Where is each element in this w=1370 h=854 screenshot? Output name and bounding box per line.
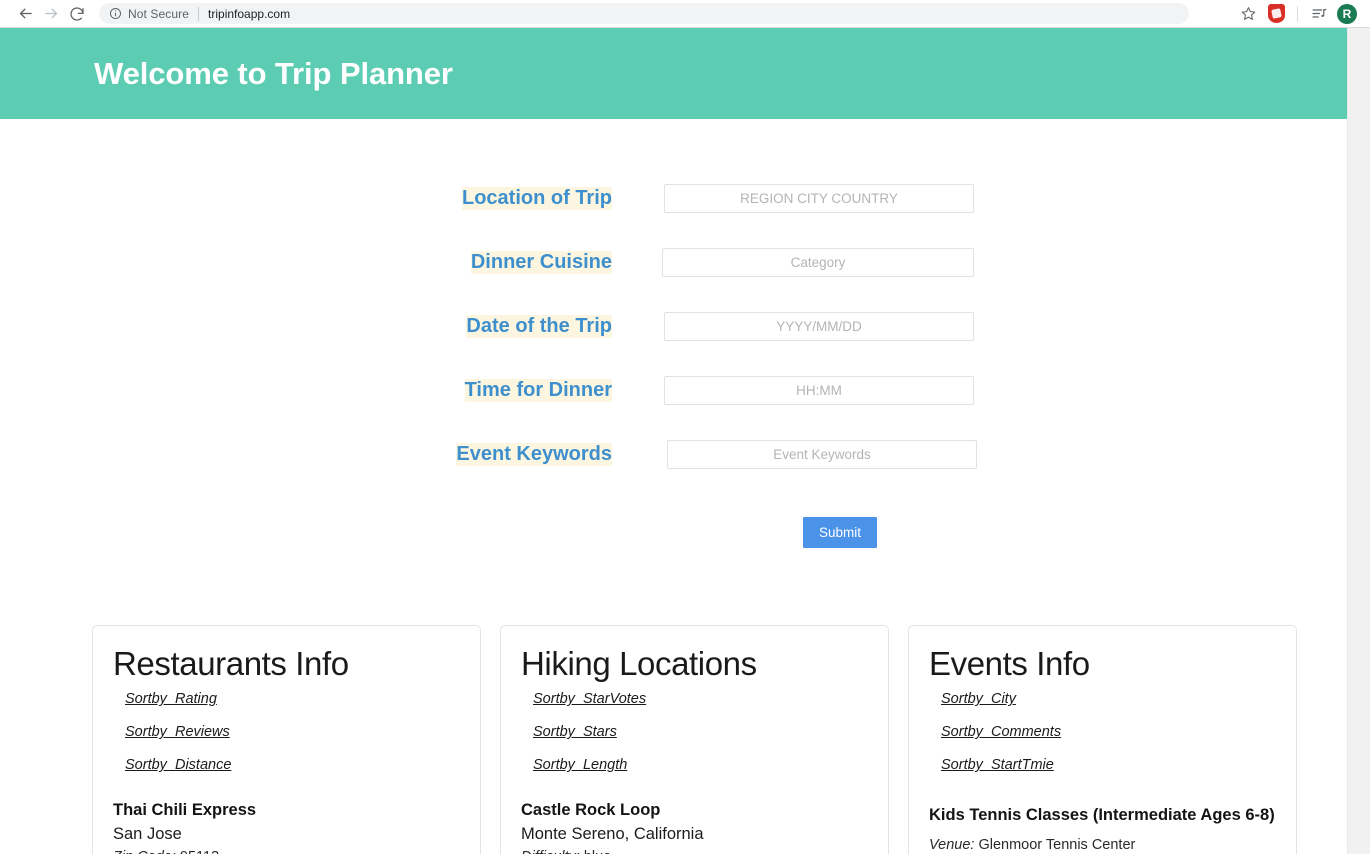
submit-button[interactable]: Submit bbox=[803, 517, 877, 548]
browser-actions: R bbox=[1235, 1, 1370, 27]
item-name: Thai Chili Express bbox=[113, 799, 460, 821]
sort-link-city[interactable]: Sortby_City bbox=[941, 691, 1016, 707]
input-cell bbox=[664, 184, 974, 213]
back-button[interactable] bbox=[12, 1, 38, 27]
card-hiking-locations: Hiking Locations Sortby_StarVotes Sortby… bbox=[500, 625, 889, 854]
card-restaurants-info: Restaurants Info Sortby_Rating Sortby_Re… bbox=[92, 625, 481, 854]
card-events-info: Events Info Sortby_City Sortby_Comments … bbox=[908, 625, 1297, 854]
item-city: Monte Sereno, California bbox=[521, 823, 868, 846]
sort-link-starvotes[interactable]: Sortby_StarVotes bbox=[533, 691, 646, 707]
input-cell bbox=[664, 248, 974, 277]
item-name: Kids Tennis Classes (Intermediate Ages 6… bbox=[929, 799, 1276, 833]
form-row-location: Location of Trip bbox=[0, 166, 1347, 230]
browser-toolbar: Not Secure tripinfoapp.com R bbox=[0, 0, 1370, 28]
sort-links: Sortby_StarVotes Sortby_Stars Sortby_Len… bbox=[533, 691, 868, 773]
card-title: Events Info bbox=[929, 644, 1276, 684]
reading-list-icon[interactable] bbox=[1306, 1, 1332, 27]
detail-key: Venue: bbox=[929, 837, 974, 853]
star-icon[interactable] bbox=[1235, 1, 1261, 27]
page-title: Welcome to Trip Planner bbox=[94, 56, 453, 92]
label-cell: Event Keywords bbox=[0, 443, 664, 466]
form-row-keywords: Event Keywords bbox=[0, 422, 1347, 486]
page-viewport: Welcome to Trip Planner Location of Trip… bbox=[0, 28, 1347, 854]
item-detail: Venue: Glenmoor Tennis Center bbox=[929, 834, 1276, 854]
detail-value: 95113 bbox=[180, 849, 219, 854]
label-cell: Dinner Cuisine bbox=[0, 251, 664, 274]
trip-form: Location of Trip Dinner Cuisine Date of … bbox=[0, 119, 1347, 548]
form-row-cuisine: Dinner Cuisine bbox=[0, 230, 1347, 294]
input-cell bbox=[664, 440, 977, 469]
item-detail: Zip Code: 95113 bbox=[113, 846, 460, 854]
keywords-input[interactable] bbox=[667, 440, 977, 469]
label-time-for-dinner: Time for Dinner bbox=[465, 379, 612, 402]
address-bar[interactable]: Not Secure tripinfoapp.com bbox=[99, 3, 1189, 24]
detail-key: Zip Code: bbox=[113, 849, 176, 854]
page-header-banner: Welcome to Trip Planner bbox=[0, 28, 1347, 119]
label-event-keywords: Event Keywords bbox=[456, 443, 612, 466]
reload-button[interactable] bbox=[64, 1, 90, 27]
profile-avatar-button[interactable]: R bbox=[1334, 1, 1360, 27]
location-input[interactable] bbox=[664, 184, 974, 213]
input-cell bbox=[664, 312, 974, 341]
label-cell: Time for Dinner bbox=[0, 379, 664, 402]
submit-row: Submit bbox=[0, 517, 1347, 548]
card-title: Hiking Locations bbox=[521, 644, 868, 684]
label-cell: Date of the Trip bbox=[0, 315, 664, 338]
form-row-date: Date of the Trip bbox=[0, 294, 1347, 358]
detail-value: blue bbox=[584, 849, 611, 854]
avatar: R bbox=[1337, 4, 1357, 24]
url-text: tripinfoapp.com bbox=[208, 7, 290, 21]
label-location-of-trip: Location of Trip bbox=[462, 187, 612, 210]
detail-value: Glenmoor Tennis Center bbox=[978, 837, 1135, 853]
sort-link-reviews[interactable]: Sortby_Reviews bbox=[125, 724, 230, 740]
sort-link-distance[interactable]: Sortby_Distance bbox=[125, 757, 231, 773]
form-row-time: Time for Dinner bbox=[0, 358, 1347, 422]
cuisine-input[interactable] bbox=[662, 248, 974, 277]
page-scrollbar[interactable] bbox=[1347, 28, 1370, 854]
list-item: Thai Chili Express San Jose Zip Code: 95… bbox=[113, 799, 460, 854]
sort-link-comments[interactable]: Sortby_Comments bbox=[941, 724, 1061, 740]
forward-button[interactable] bbox=[38, 1, 64, 27]
item-detail: Difficulty: blue bbox=[521, 846, 868, 854]
label-dinner-cuisine: Dinner Cuisine bbox=[471, 251, 612, 274]
toolbar-divider bbox=[1297, 6, 1298, 22]
list-item: Kids Tennis Classes (Intermediate Ages 6… bbox=[929, 799, 1276, 854]
item-name: Castle Rock Loop bbox=[521, 799, 868, 821]
card-title: Restaurants Info bbox=[113, 644, 460, 684]
input-cell bbox=[664, 376, 974, 405]
security-status-label: Not Secure bbox=[128, 7, 189, 21]
label-cell: Location of Trip bbox=[0, 187, 664, 210]
sort-link-stars[interactable]: Sortby_Stars bbox=[533, 724, 617, 740]
sort-link-rating[interactable]: Sortby_Rating bbox=[125, 691, 217, 707]
sort-links: Sortby_Rating Sortby_Reviews Sortby_Dist… bbox=[125, 691, 460, 773]
item-city: San Jose bbox=[113, 823, 460, 846]
sort-link-starttime[interactable]: Sortby_StartTmie bbox=[941, 757, 1054, 773]
date-input[interactable] bbox=[664, 312, 974, 341]
sort-link-length[interactable]: Sortby_Length bbox=[533, 757, 627, 773]
shield-extension-icon[interactable] bbox=[1263, 1, 1289, 27]
omnibox-divider bbox=[198, 7, 199, 21]
sort-links: Sortby_City Sortby_Comments Sortby_Start… bbox=[941, 691, 1276, 773]
time-input[interactable] bbox=[664, 376, 974, 405]
results-cards: Restaurants Info Sortby_Rating Sortby_Re… bbox=[0, 625, 1347, 854]
list-item: Castle Rock Loop Monte Sereno, Californi… bbox=[521, 799, 868, 854]
scrollbar-thumb[interactable] bbox=[1352, 30, 1367, 330]
label-date-of-the-trip: Date of the Trip bbox=[466, 315, 612, 338]
detail-key: Difficulty: bbox=[521, 849, 580, 854]
info-circle-icon[interactable] bbox=[109, 7, 122, 20]
